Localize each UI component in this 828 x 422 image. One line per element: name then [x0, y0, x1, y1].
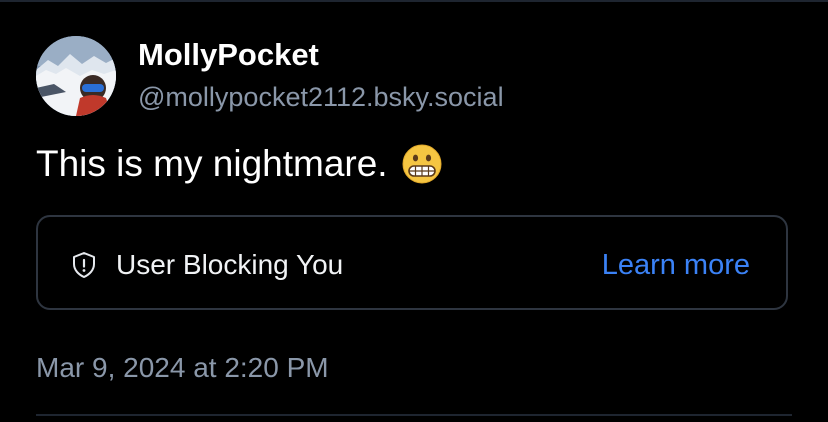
- grimacing-face-emoji-icon: [402, 144, 442, 184]
- post-text: This is my nightmare.: [36, 140, 442, 188]
- post-thread-item: MollyPocket @mollypocket2112.bsky.social…: [36, 0, 792, 422]
- avatar-image: [36, 36, 116, 116]
- author-display-name[interactable]: MollyPocket: [138, 36, 504, 74]
- post-timestamp: Mar 9, 2024 at 2:20 PM: [36, 352, 329, 383]
- avatar[interactable]: [36, 36, 116, 116]
- bottom-divider: [36, 414, 792, 416]
- blocked-notice-label: User Blocking You: [116, 249, 344, 280]
- shield-alert-icon: [69, 250, 99, 280]
- blocked-quote-notice: User Blocking You Learn more: [36, 215, 788, 310]
- learn-more-link[interactable]: Learn more: [602, 247, 750, 283]
- post-text-body: This is my nightmare.: [36, 143, 388, 184]
- author-handle[interactable]: @mollypocket2112.bsky.social: [138, 80, 504, 114]
- post-author: MollyPocket @mollypocket2112.bsky.social: [138, 36, 504, 114]
